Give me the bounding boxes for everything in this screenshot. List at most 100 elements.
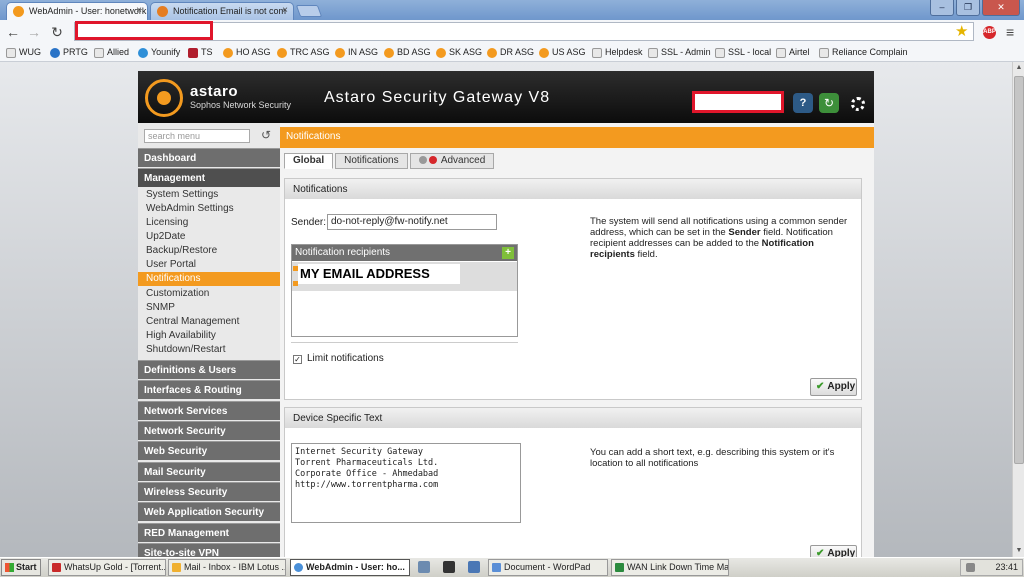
sidebar-section-red-management[interactable]: RED Management (138, 523, 280, 542)
sidebar-section-wireless-security[interactable]: Wireless Security (138, 482, 280, 501)
close-window-icon[interactable]: ✕ (982, 0, 1020, 16)
scroll-down-icon[interactable]: ▼ (1013, 545, 1024, 557)
tab-notifications[interactable]: Notifications (335, 153, 408, 169)
globe-icon (138, 48, 148, 58)
forum-favicon-icon (157, 6, 168, 17)
bookmark-item[interactable]: SSL - Admin (648, 47, 711, 58)
sidebar-section-definitions[interactable]: Definitions & Users (138, 360, 280, 379)
logo-subtitle: Sophos Network Security (190, 100, 292, 110)
sidebar-item-backup-restore[interactable]: Backup/Restore (138, 244, 280, 258)
sidebar-item-snmp[interactable]: SNMP (138, 301, 280, 315)
close-icon[interactable]: × (136, 3, 142, 19)
forward-icon[interactable]: → (25, 23, 43, 41)
browser-tab-webadmin[interactable]: WebAdmin - User: honetwork × (6, 2, 148, 20)
taskbar-item-lotus[interactable]: Mail - Inbox - IBM Lotus ... (168, 559, 286, 576)
network-icon[interactable] (418, 561, 430, 573)
reload-page-icon[interactable]: ↻ (819, 93, 839, 113)
apply-button[interactable]: ✔ Apply (810, 378, 857, 396)
page-scrollbar[interactable]: ▲ ▼ (1012, 62, 1024, 557)
bookmark-item[interactable]: HO ASG (223, 47, 271, 58)
close-icon[interactable]: × (282, 3, 288, 19)
bookmark-item[interactable]: SSL - local (715, 47, 771, 58)
sidebar-item-notifications[interactable]: Notifications (138, 272, 280, 286)
webadmin-page: astaro Sophos Network Security Astaro Se… (0, 62, 1012, 557)
sidebar-item-central-management[interactable]: Central Management (138, 315, 280, 329)
start-button[interactable]: Start (1, 559, 41, 576)
sidebar-section-mail-security[interactable]: Mail Security (138, 462, 280, 481)
bookmark-item[interactable]: Airtel (776, 47, 810, 58)
help-icon[interactable]: ? (793, 93, 813, 113)
maximize-icon[interactable]: ❐ (956, 0, 980, 16)
taskbar-item-webadmin[interactable]: WebAdmin - User: ho... (290, 559, 410, 576)
sidebar-section-web-security[interactable]: Web Security (138, 441, 280, 460)
panel-heading: Notifications (285, 179, 861, 199)
sidebar-section-network-security[interactable]: Network Security (138, 421, 280, 440)
bookmark-item[interactable]: PRTG (50, 47, 88, 58)
sidebar-section-interfaces[interactable]: Interfaces & Routing (138, 380, 280, 399)
bookmark-item[interactable]: TS (188, 47, 213, 58)
sidebar-item-system-settings[interactable]: System Settings (138, 188, 280, 202)
taskbar-item-whatsup[interactable]: WhatsUp Gold - [Torrent... (48, 559, 166, 576)
remote-desktop-icon[interactable] (468, 561, 480, 573)
adblock-icon[interactable]: ABP (983, 26, 996, 39)
sidebar-section-site-to-site-vpn[interactable]: Site-to-site VPN (138, 543, 280, 557)
scroll-up-icon[interactable]: ▲ (1013, 62, 1024, 74)
check-icon: ✔ (816, 548, 825, 557)
sidebar-section-web-app-security[interactable]: Web Application Security (138, 502, 280, 521)
sidebar-item-up2date[interactable]: Up2Date (138, 230, 280, 244)
limit-notifications-option[interactable]: ✓ Limit notifications (293, 353, 384, 364)
bookmark-item[interactable]: TRC ASG (277, 47, 330, 58)
sidebar-section-network-services[interactable]: Network Services (138, 401, 280, 420)
scroll-thumb[interactable] (1014, 76, 1024, 464)
bookmark-item[interactable]: WUG (6, 47, 41, 58)
taskbar-item-wan-link[interactable]: WAN Link Down Time Ma... (611, 559, 729, 576)
chrome-menu-icon[interactable]: ≡ (1006, 24, 1014, 40)
tab-global[interactable]: Global (284, 153, 334, 169)
minimize-icon[interactable]: – (930, 0, 954, 16)
cmd-icon[interactable] (443, 561, 455, 573)
tray-icon[interactable] (966, 563, 975, 572)
add-recipient-icon[interactable]: + (502, 247, 514, 259)
astaro-logo-icon (145, 79, 183, 117)
sidebar-item-user-portal[interactable]: User Portal (138, 258, 280, 272)
sidebar-item-licensing[interactable]: Licensing (138, 216, 280, 230)
tab-title: Notification Email is not com (173, 6, 287, 16)
astaro-icon (539, 48, 549, 58)
whatsup-icon (52, 563, 61, 572)
check-icon: ✔ (816, 381, 825, 392)
tab-advanced[interactable]: Advanced (409, 153, 495, 169)
sidebar-item-shutdown-restart[interactable]: Shutdown/Restart (138, 343, 280, 357)
bookmark-item[interactable]: Helpdesk (592, 47, 643, 58)
browser-tabstrip: WebAdmin - User: honetwork × Notificatio… (0, 0, 1024, 20)
logo-name: astaro (190, 83, 239, 100)
bookmark-item[interactable]: Allied (94, 47, 129, 58)
bookmark-item[interactable]: Younify (138, 47, 180, 58)
reset-search-icon[interactable]: ↺ (261, 128, 271, 142)
sidebar-section-dashboard[interactable]: Dashboard (138, 148, 280, 167)
device-text-textarea[interactable]: Internet Security Gateway Torrent Pharma… (291, 443, 521, 523)
reload-icon[interactable]: ↻ (48, 23, 66, 41)
browser-tab-notification[interactable]: Notification Email is not com × (150, 2, 294, 20)
sidebar-item-customization[interactable]: Customization (138, 287, 280, 301)
taskbar-item-wordpad[interactable]: Document - WordPad (488, 559, 608, 576)
shield-icon (188, 48, 198, 58)
list-item[interactable]: MY EMAIL ADDRESS (292, 262, 517, 291)
bookmark-item[interactable]: BD ASG (384, 47, 431, 58)
bookmark-item[interactable]: Reliance Complain (819, 47, 908, 58)
apply-label: Apply (827, 548, 856, 557)
sidebar-item-webadmin-settings[interactable]: WebAdmin Settings (138, 202, 280, 216)
new-tab-button[interactable] (295, 5, 323, 17)
apply-button[interactable]: ✔ Apply (810, 545, 857, 557)
bookmark-item[interactable]: SK ASG (436, 47, 482, 58)
document-icon (615, 563, 624, 572)
sidebar-section-management[interactable]: Management (138, 168, 280, 187)
limit-notifications-checkbox[interactable]: ✓ (293, 355, 302, 364)
sender-field[interactable]: do-not-reply@fw-notify.net (327, 214, 497, 230)
bookmark-star-icon[interactable]: ★ (955, 22, 968, 40)
bookmark-item[interactable]: IN ASG (335, 47, 378, 58)
back-icon[interactable]: ← (4, 23, 22, 41)
bookmark-item[interactable]: DR ASG (487, 47, 534, 58)
bookmark-item[interactable]: US ASG (539, 47, 586, 58)
search-menu-input[interactable]: search menu (144, 129, 250, 143)
sidebar-item-high-availability[interactable]: High Availability (138, 329, 280, 343)
